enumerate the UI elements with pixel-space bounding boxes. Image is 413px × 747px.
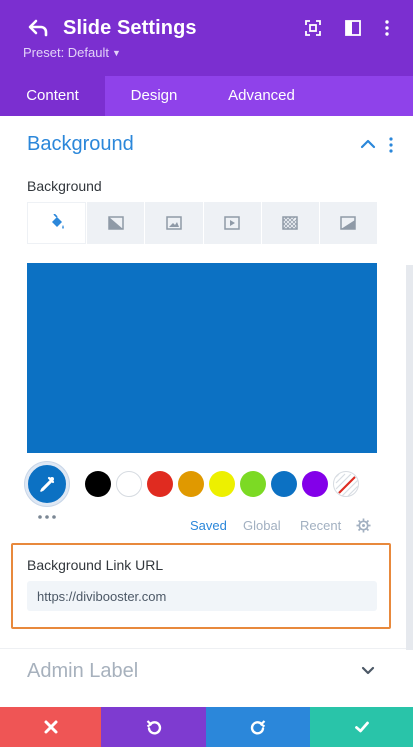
back-arrow-icon[interactable] [26, 17, 50, 39]
palette-tab-saved[interactable]: Saved [190, 518, 227, 533]
image-icon [166, 216, 182, 230]
more-options-icon[interactable] [378, 19, 396, 37]
more-colors-icon[interactable] [37, 513, 57, 521]
undo-icon [146, 720, 161, 735]
swatch-none[interactable] [333, 471, 359, 497]
chevron-up-icon[interactable] [359, 137, 377, 151]
video-icon [224, 216, 240, 230]
bg-tab-video[interactable] [203, 202, 261, 244]
redo-button[interactable] [206, 707, 310, 747]
save-button[interactable] [310, 707, 413, 747]
swatch-white[interactable] [116, 471, 142, 497]
caret-down-icon: ▼ [112, 48, 121, 58]
scrollbar[interactable] [406, 265, 413, 650]
modal-header: Slide Settings Preset: Default ▼ [0, 0, 413, 76]
palette-tab-global[interactable]: Global [243, 518, 281, 533]
gear-icon[interactable] [356, 518, 371, 533]
admin-label-section-title[interactable]: Admin Label [27, 660, 138, 683]
preset-dropdown[interactable]: Preset: Default ▼ [23, 45, 121, 60]
chevron-down-icon[interactable] [360, 665, 376, 677]
background-link-url-input[interactable] [27, 581, 377, 611]
background-field-label: Background [27, 178, 102, 194]
background-type-tabs [27, 202, 378, 244]
split-view-icon[interactable] [344, 19, 362, 37]
background-link-url-label: Background Link URL [27, 557, 164, 573]
swatch-blue[interactable] [271, 471, 297, 497]
swatch-orange[interactable] [178, 471, 204, 497]
fullscreen-icon[interactable] [304, 19, 322, 37]
background-section-title[interactable]: Background [27, 133, 134, 156]
bg-tab-color[interactable] [27, 202, 87, 244]
palette-tab-recent[interactable]: Recent [300, 518, 341, 533]
paint-bucket-icon [51, 214, 64, 229]
pattern-icon [282, 216, 299, 230]
swatch-green[interactable] [240, 471, 266, 497]
tab-design[interactable]: Design [105, 76, 203, 116]
close-icon [44, 720, 57, 734]
swatch-yellow[interactable] [209, 471, 235, 497]
bg-tab-image[interactable] [145, 202, 203, 244]
bg-tab-gradient[interactable] [87, 202, 145, 244]
swatch-purple[interactable] [302, 471, 328, 497]
modal-title: Slide Settings [63, 17, 197, 39]
preset-label: Preset: Default [23, 45, 109, 60]
checkmark-icon [354, 721, 369, 733]
undo-button[interactable] [101, 707, 206, 747]
section-options-icon[interactable] [385, 136, 397, 154]
color-picker-button[interactable] [25, 462, 69, 506]
no-color-icon [335, 473, 358, 496]
redo-icon [250, 720, 266, 735]
mask-icon [340, 216, 357, 230]
swatch-black[interactable] [85, 471, 111, 497]
gradient-icon [108, 216, 124, 230]
eyedropper-icon [40, 476, 55, 492]
section-divider [0, 648, 406, 649]
bg-tab-mask[interactable] [319, 202, 378, 244]
footer-actions [0, 707, 413, 747]
color-preview[interactable] [27, 263, 377, 453]
settings-tabs: Content Design Advanced [0, 76, 413, 116]
tab-content[interactable]: Content [0, 76, 105, 116]
tab-advanced[interactable]: Advanced [203, 76, 320, 116]
bg-tab-pattern[interactable] [261, 202, 319, 244]
cancel-button[interactable] [0, 707, 101, 747]
swatch-red[interactable] [147, 471, 173, 497]
